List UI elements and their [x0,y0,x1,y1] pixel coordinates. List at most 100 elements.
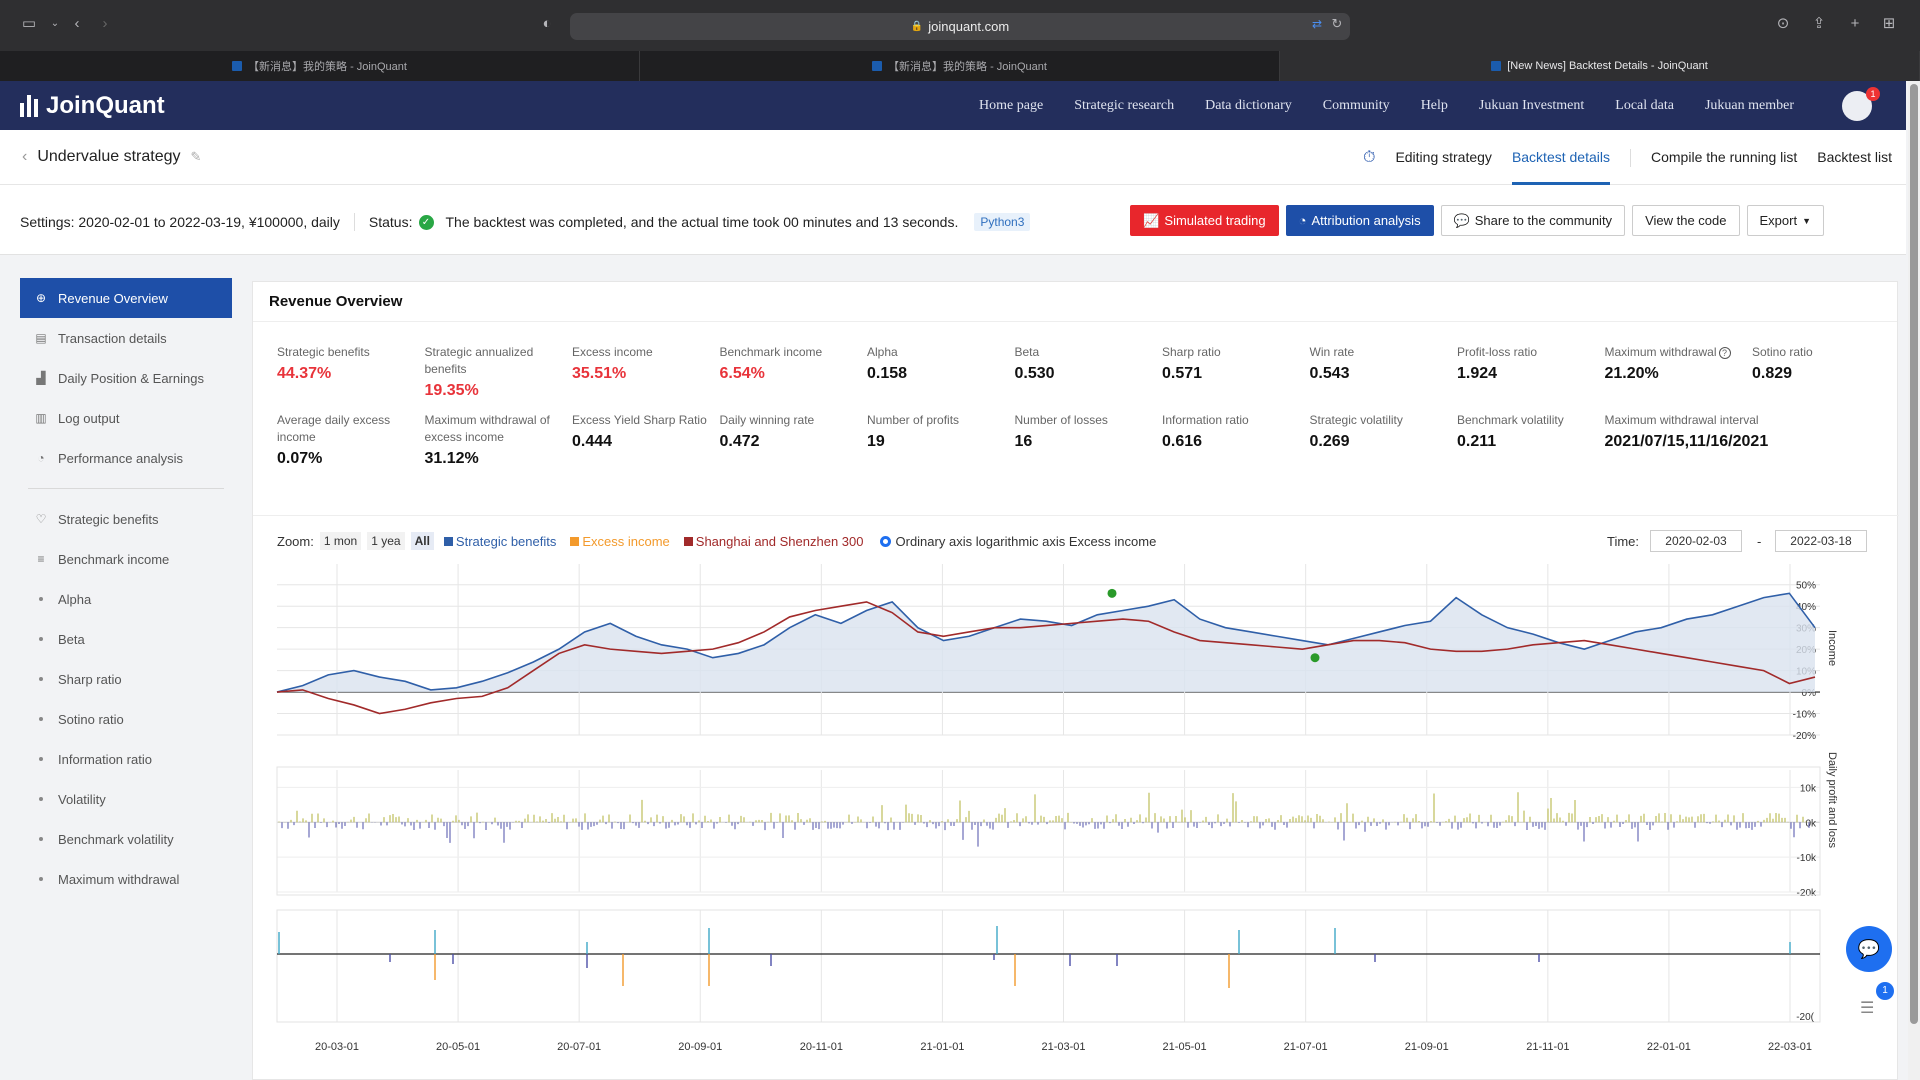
bullet-icon [39,877,43,881]
sidebar-item-benchmark-volatility[interactable]: Benchmark volatility [20,819,232,859]
attribution-analysis-button[interactable]: ◔ Attribution analysis [1285,205,1434,236]
x-tick-label: 21-11-01 [1526,1041,1569,1053]
download-icon[interactable]: ⊙ [1774,15,1792,33]
list-icon: ▤ [35,331,47,345]
button-label: Simulated trading [1164,213,1266,228]
x-tick-label: 21-07-01 [1284,1041,1328,1053]
sidebar-item-sotino-ratio[interactable]: Sotino ratio [20,699,232,739]
share-icon[interactable]: ⇪ [1810,15,1828,33]
sidebar-item-daily-position[interactable]: ▟ Daily Position & Earnings [20,358,232,398]
check-circle-icon: ✓ [418,214,434,230]
link-backtest-list[interactable]: Backtest list [1817,130,1892,185]
sidebar-item-label: Benchmark volatility [58,831,174,847]
sidebar-item-performance-analysis[interactable]: ◔ Performance analysis [20,438,232,478]
back-chevron-icon[interactable]: ‹ [22,148,27,166]
tab-overview-icon[interactable]: ⊞ [1880,15,1898,33]
nav-jukuan-investment[interactable]: Jukuan Investment [1479,98,1584,114]
strategy-name: Undervalue strategy [37,148,181,165]
sidebar-item-beta[interactable]: Beta [20,619,232,659]
url-bar[interactable]: 🔒 joinquant.com [570,13,1350,40]
shield-icon[interactable]: ◐ [538,15,556,33]
x-tick-label: 22-01-01 [1647,1041,1691,1053]
nav-data-dictionary[interactable]: Data dictionary [1205,98,1292,114]
revenue-overview-panel: Revenue Overview Strategic benefits 44.37… [252,281,1899,1080]
sidebar-item-label: Log output [58,410,120,426]
database-icon: ≡ [37,552,45,566]
x-tick-label: 22-03-01 [1768,1041,1812,1053]
tab-backtest-details[interactable]: Backtest details [1511,130,1610,185]
forward-icon[interactable]: › [96,15,114,33]
strategy-links: ⏱ Editing strategy Backtest details Comp… [1363,130,1892,185]
new-tab-icon[interactable]: + [1846,15,1864,33]
sidebar-item-benchmark-income[interactable]: ≡ Benchmark income [20,539,232,579]
link-compile-running-list[interactable]: Compile the running list [1651,130,1797,185]
translate-icon[interactable]: ⇄ [1308,15,1326,33]
sidebar-item-label: Daily Position & Earnings [58,370,204,386]
browser-tab-active[interactable]: [New News] Backtest Details - JoinQuant [1280,51,1920,81]
revenue-icon: ⊕ [35,291,47,305]
sidebar-item-sharp-ratio[interactable]: Sharp ratio [20,659,232,699]
sidebar-item-maximum-withdrawal[interactable]: Maximum withdrawal [20,859,232,899]
sidebar-item-label: Transaction details [58,330,167,346]
link-editing-strategy[interactable]: Editing strategy [1395,130,1492,185]
strategic-benefits-area [277,593,1815,693]
browser-toolbar: ▭ ⌄ ‹ › ◐ 🔒 joinquant.com ⇄ ↻ ⊙ ⇪ + ⊞ [0,0,1920,51]
share-community-button[interactable]: 💬 Share to the community [1440,205,1626,236]
sidebar-item-transaction-details[interactable]: ▤ Transaction details [20,318,232,358]
scrollbar-thumb[interactable] [1910,84,1918,1024]
nav-local-data[interactable]: Local data [1615,98,1674,114]
nav-home[interactable]: Home page [979,98,1043,114]
browser-tab[interactable]: 【新消息】我的策略 - JoinQuant [0,51,640,81]
nav-community[interactable]: Community [1323,98,1390,114]
export-button[interactable]: Export ▼ [1746,205,1824,236]
income-charts[interactable]: 50%40%30%20%10%0%-10%-20%20-03-0120-05-0… [253,282,1899,1080]
status-label: Status: [368,214,413,230]
tab-title: 【新消息】我的策略 - JoinQuant [248,61,407,73]
x-tick-label: 20-07-01 [557,1041,601,1053]
sidebar-item-log-output[interactable]: ▥ Log output [20,398,232,438]
y-axis-label: Income [1826,630,1838,666]
button-label: Share to the community [1474,213,1613,228]
x-tick-label: 20-03-01 [315,1041,359,1053]
sidebar-item-alpha[interactable]: Alpha [20,579,232,619]
simulated-trading-button[interactable]: 📈 Simulated trading [1130,205,1279,236]
lock-icon: 🔒 [910,21,924,32]
list-toggle-icon[interactable]: ☰ [1860,998,1882,1020]
site-header: JoinQuant Home page Strategic research D… [0,81,1906,130]
sidebar-item-strategic-benefits[interactable]: ♡ Strategic benefits [20,499,232,539]
comment-icon: 💬 [1453,212,1470,228]
y-tick-label: 10k [1800,783,1817,794]
browser-tabs: 【新消息】我的策略 - JoinQuant 【新消息】我的策略 - JoinQu… [0,51,1920,81]
sidebar-item-revenue-overview[interactable]: ⊕ Revenue Overview [20,278,232,318]
browser-tab[interactable]: 【新消息】我的策略 - JoinQuant [640,51,1280,81]
max-withdrawal-start-marker [1107,588,1117,598]
settings-info: Settings: 2020-02-01 to 2022-03-19, ¥100… [20,213,1031,231]
bullet-icon [39,717,43,721]
sidebar-item-information-ratio[interactable]: Information ratio [20,739,232,779]
reload-icon[interactable]: ↻ [1328,15,1346,33]
back-icon[interactable]: ‹ [68,15,86,33]
joinquant-logo[interactable]: JoinQuant [20,92,165,120]
python-tag: Python3 [974,213,1031,231]
x-tick-label: 21-03-01 [1041,1041,1085,1053]
bullet-icon [39,837,43,841]
chevron-down-icon[interactable]: ⌄ [46,15,64,33]
y-tick-label: -20( [1796,1012,1814,1023]
chat-icon[interactable]: 💬 [1846,926,1892,972]
bar-chart-icon: ▟ [36,371,46,385]
view-code-button[interactable]: View the code [1632,205,1740,236]
nav-jukuan-member[interactable]: Jukuan member [1705,98,1794,114]
sidebar-item-volatility[interactable]: Volatility [20,779,232,819]
log-icon: ▥ [35,411,47,425]
sidebar-divider [28,488,224,489]
bullet-icon [39,637,43,641]
edit-pencil-icon[interactable]: ✎ [191,149,202,165]
nav-help[interactable]: Help [1421,98,1448,114]
status-text: The backtest was completed, and the actu… [445,214,959,230]
bullet-icon [39,677,43,681]
x-tick-label: 20-09-01 [678,1041,722,1053]
sidebar-toggle-icon[interactable]: ▭ [20,15,38,33]
max-withdrawal-end-marker [1310,653,1320,663]
nav-strategic-research[interactable]: Strategic research [1074,98,1174,114]
y-tick-label: -10k [1797,853,1817,864]
